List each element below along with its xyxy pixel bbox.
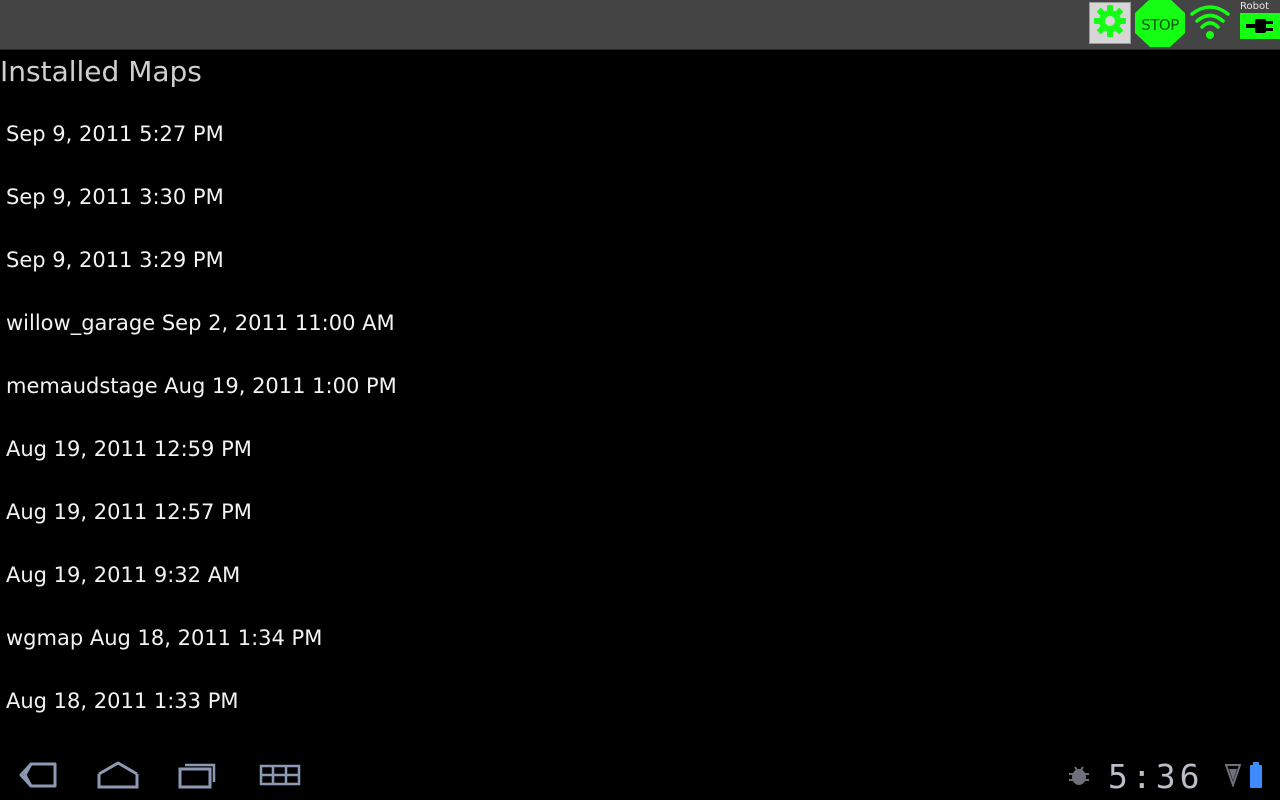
map-list-item[interactable]: Aug 18, 2011 1:33 PM [0,669,1280,732]
stop-label: STOP [1141,16,1179,34]
menu-grid-icon [258,760,302,794]
back-icon [15,760,59,794]
map-list-item[interactable]: Aug 19, 2011 12:59 PM [0,417,1280,480]
debug-notification[interactable] [1066,766,1092,790]
wifi-status[interactable] [1190,3,1230,43]
map-list-item[interactable]: Aug 19, 2011 12:57 PM [0,480,1280,543]
settings-button[interactable] [1089,2,1131,44]
robot-battery-status[interactable]: Robot [1236,0,1280,50]
signal-status[interactable] [1224,764,1242,790]
home-button[interactable] [94,760,142,794]
gear-icon [1092,3,1128,43]
map-list-item[interactable]: Sep 9, 2011 3:30 PM [0,165,1280,228]
home-icon [95,760,141,794]
system-nav-bar: 5:36 [0,752,1280,800]
map-list-item[interactable]: Aug 19, 2011 9:32 AM [0,543,1280,606]
page-title: Installed Maps [0,55,202,88]
map-list-item[interactable]: Sep 9, 2011 5:27 PM [0,102,1280,165]
status-clock[interactable]: 5:36 [1108,758,1203,796]
stop-button[interactable]: STOP [1134,0,1186,50]
back-button[interactable] [14,760,60,794]
recent-apps-icon [176,760,218,794]
battery-plug-icon [1240,19,1280,43]
robot-label: Robot [1240,1,1270,12]
robot-battery-indicator [1240,13,1280,39]
wifi-icon [1190,1,1230,45]
installed-maps-list: Sep 9, 2011 5:27 PM Sep 9, 2011 3:30 PM … [0,102,1280,732]
battery-icon [1249,761,1263,793]
android-debug-icon [1067,765,1091,791]
top-action-bar: STOP Robot [0,0,1280,50]
signal-icon [1224,763,1242,791]
map-list-item[interactable]: Sep 9, 2011 3:29 PM [0,228,1280,291]
recent-apps-button[interactable] [175,760,219,794]
battery-status[interactable] [1248,762,1264,792]
map-list-item[interactable]: wgmap Aug 18, 2011 1:34 PM [0,606,1280,669]
map-list-item[interactable]: memaudstage Aug 19, 2011 1:00 PM [0,354,1280,417]
map-list-item[interactable]: willow_garage Sep 2, 2011 11:00 AM [0,291,1280,354]
menu-button[interactable] [257,760,303,794]
